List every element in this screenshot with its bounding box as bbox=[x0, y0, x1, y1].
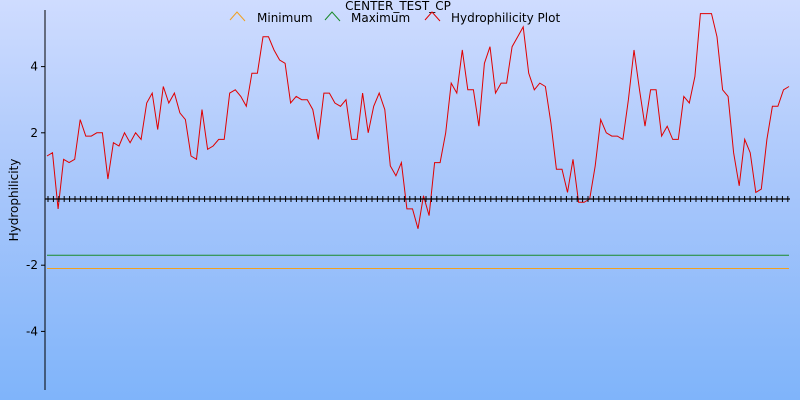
y-tick-label: -4 bbox=[26, 324, 38, 338]
legend-item-maximum: Maximum bbox=[324, 11, 410, 25]
y-tick-label: 2 bbox=[30, 126, 38, 140]
legend-label-maximum: Maximum bbox=[351, 11, 410, 25]
y-axis: -4 -2 2 4 bbox=[26, 10, 46, 390]
minimum-line-marker-icon bbox=[229, 11, 246, 22]
legend-item-hydrophilicity-plot: Hydrophilicity Plot bbox=[424, 11, 560, 25]
maximum-line-marker-icon bbox=[324, 11, 341, 22]
hydrophilicity-series-line bbox=[46, 13, 790, 229]
hydrophilicity-chart: -4-224 CENTER_TEST_CP Minimum Maximum Hy… bbox=[7, 0, 790, 390]
hydrophilicity-line-marker-icon bbox=[424, 11, 441, 22]
y-tick-label: 4 bbox=[30, 60, 38, 74]
y-tick-label: -2 bbox=[26, 258, 38, 272]
legend-item-minimum: Minimum bbox=[229, 11, 313, 25]
series-layer bbox=[46, 13, 790, 269]
y-axis-label: Hydrophilicity bbox=[7, 159, 21, 242]
legend-label-minimum: Minimum bbox=[257, 11, 313, 25]
legend: Minimum Maximum Hydrophilicity Plot bbox=[229, 11, 560, 25]
x-axis bbox=[45, 196, 790, 202]
legend-label-hydrophilicity-plot: Hydrophilicity Plot bbox=[451, 11, 560, 25]
